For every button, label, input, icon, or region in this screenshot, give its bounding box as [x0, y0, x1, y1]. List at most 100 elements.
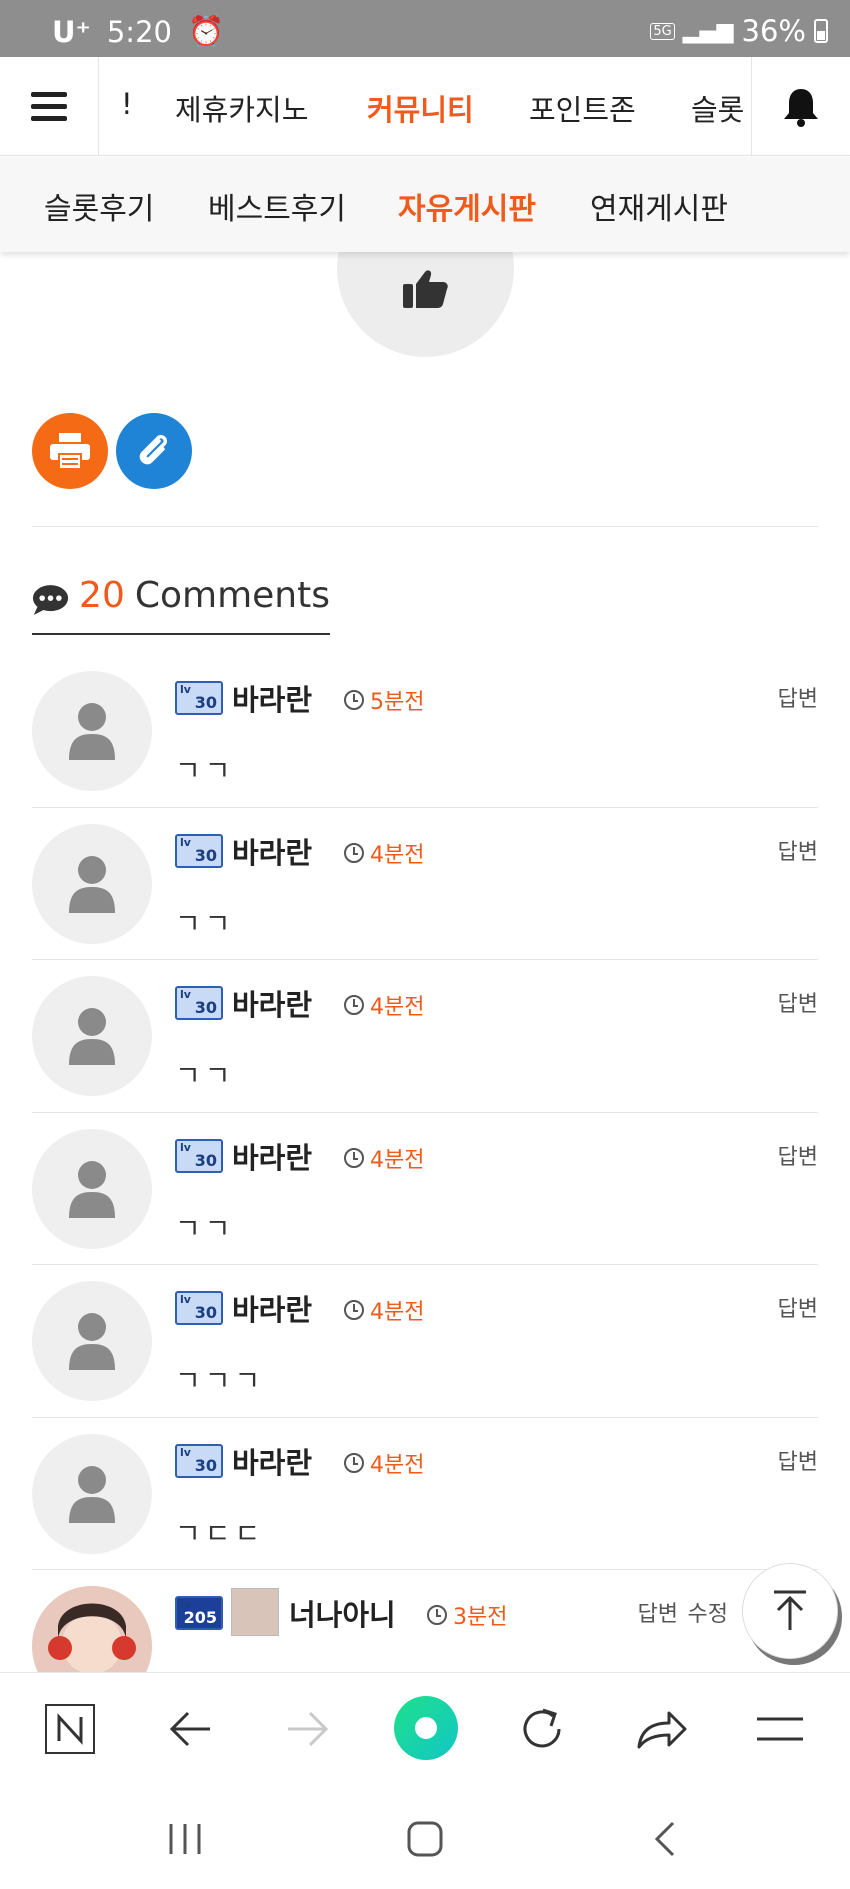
- avatar: [32, 1586, 152, 1672]
- user-icon: [69, 1466, 115, 1523]
- notifications-button[interactable]: [751, 57, 850, 156]
- reply-button[interactable]: 답변: [778, 1291, 818, 1323]
- comment-text: ㄱㄱ: [175, 754, 235, 787]
- menu-icon: [31, 91, 67, 121]
- bell-icon: [784, 88, 818, 127]
- status-left: U⁺ 5:20 ⏰: [52, 14, 224, 49]
- comment-time: 5분전: [344, 684, 424, 716]
- comment-author[interactable]: 바라란: [232, 677, 312, 719]
- comment-time: 4분전: [344, 1294, 424, 1326]
- back-button[interactable]: [162, 1701, 218, 1757]
- comment-author[interactable]: 바라란: [232, 1287, 312, 1329]
- copy-link-button[interactable]: [116, 413, 192, 489]
- comment-time-text: 4분전: [370, 1453, 425, 1478]
- status-bar: U⁺ 5:20 ⏰ 5G ▂▄▆ 36%: [0, 0, 850, 57]
- reply-button[interactable]: 답변: [638, 1596, 678, 1628]
- reply-button[interactable]: 답변: [778, 986, 818, 1018]
- nav-item-slot[interactable]: 슬롯: [691, 87, 744, 129]
- clock-icon: [427, 1605, 447, 1625]
- browser-menu-button[interactable]: [752, 1701, 808, 1757]
- avatar: [32, 1129, 152, 1249]
- alarm-icon: ⏰: [187, 14, 225, 48]
- comment-time: 4분전: [344, 837, 424, 869]
- user-thumbnail-icon: [231, 1588, 279, 1636]
- share-button[interactable]: [634, 1701, 690, 1757]
- level-badge: 30: [175, 834, 223, 868]
- comment-author[interactable]: 바라란: [232, 830, 312, 872]
- home-button[interactable]: [400, 1814, 450, 1864]
- clock-icon: [344, 1300, 364, 1320]
- system-navigation: [0, 1784, 850, 1889]
- comment-item: 30 바라란 4분전 답변 ㄱㄱㄱ: [32, 1265, 818, 1418]
- nav-item-community[interactable]: 커뮤니티: [367, 87, 474, 129]
- level-badge: 30: [175, 1291, 223, 1325]
- clock-icon: [344, 843, 364, 863]
- reply-button[interactable]: 답변: [778, 1444, 818, 1476]
- nav-item-point-zone[interactable]: 포인트존: [529, 87, 636, 129]
- browser-toolbar: [0, 1672, 850, 1784]
- tab-slot-reviews[interactable]: 슬롯후기: [44, 184, 154, 228]
- comments-header: 20 Comments: [32, 575, 330, 635]
- comment-time-text: 4분전: [370, 843, 425, 868]
- recent-apps-button[interactable]: [160, 1814, 210, 1864]
- reply-button[interactable]: 답변: [778, 834, 818, 866]
- carrier-label: U⁺: [52, 14, 91, 49]
- scroll-to-top-button[interactable]: [742, 1563, 838, 1659]
- user-icon: [69, 1161, 115, 1218]
- comment-time: 4분전: [344, 989, 424, 1021]
- comment-time-text: 4분전: [370, 1148, 425, 1173]
- comment-text: ㄱㄷㄷ: [175, 1517, 265, 1550]
- thumbs-up-icon: [402, 269, 448, 308]
- avatar: [32, 1434, 152, 1554]
- comment-author[interactable]: 바라란: [232, 982, 312, 1024]
- edit-button[interactable]: 수정: [688, 1596, 728, 1628]
- level-badge: 30: [175, 1444, 223, 1478]
- level-badge: 30: [175, 681, 223, 715]
- share-icon: [637, 1711, 687, 1749]
- clock-icon: [344, 1453, 364, 1473]
- user-photo-icon: [32, 1586, 152, 1672]
- comment-icon: [32, 585, 69, 615]
- nav-items: ! 제휴카지노 커뮤니티 포인트존 슬롯: [99, 57, 751, 156]
- comment-time-text: 5분전: [370, 690, 425, 715]
- refresh-icon: [523, 1708, 561, 1748]
- browser-home-button[interactable]: [393, 1695, 459, 1761]
- n-icon: [45, 1704, 95, 1754]
- print-button[interactable]: [32, 413, 108, 489]
- comment-author[interactable]: 바라란: [232, 1440, 312, 1482]
- reply-button[interactable]: 답변: [778, 1139, 818, 1171]
- status-right: 5G ▂▄▆ 36%: [650, 14, 828, 48]
- user-icon: [69, 1008, 115, 1065]
- nav-item-partner-casino[interactable]: 제휴카지노: [175, 87, 308, 129]
- signal-icon: ▂▄▆: [682, 18, 734, 44]
- refresh-button[interactable]: [514, 1701, 570, 1757]
- comment-item: 30 바라란 4분전 답변 ㄱㄱ: [32, 960, 818, 1113]
- comment-item: 30 바라란 4분전 답변 ㄱㄱ: [32, 1113, 818, 1265]
- naver-home-button[interactable]: [42, 1701, 98, 1757]
- comment-time-text: 3분전: [453, 1605, 508, 1630]
- comment-item: 205 너나아니 3분전 답변 수정: [32, 1570, 818, 1672]
- comment-time: 3분전: [427, 1599, 507, 1631]
- tab-serial-board[interactable]: 연재게시판: [590, 184, 728, 228]
- comments-label: Comments: [134, 575, 330, 616]
- comment-time-text: 4분전: [370, 995, 425, 1020]
- user-icon: [69, 1313, 115, 1370]
- clock-time: 5:20: [106, 14, 172, 49]
- comment-item: 30 바라란 4분전 답변 ㄱㄱ: [32, 808, 818, 960]
- avatar: [32, 824, 152, 944]
- comment-author[interactable]: 너나아니: [289, 1592, 396, 1634]
- user-icon: [69, 703, 115, 760]
- reply-button[interactable]: 답변: [778, 681, 818, 713]
- menu-button[interactable]: [0, 57, 99, 156]
- home-square-icon: [407, 1821, 443, 1857]
- top-navigation: ! 제휴카지노 커뮤니티 포인트존 슬롯: [0, 57, 850, 156]
- tab-best-reviews[interactable]: 베스트후기: [208, 184, 346, 228]
- forward-button[interactable]: [280, 1701, 336, 1757]
- battery-icon: [814, 19, 828, 43]
- tab-free-board[interactable]: 자유게시판: [398, 184, 536, 228]
- clock-icon: [344, 1148, 364, 1168]
- nav-item-notice[interactable]: !: [121, 87, 133, 121]
- system-back-button[interactable]: [640, 1814, 690, 1864]
- avatar: [32, 976, 152, 1096]
- comment-author[interactable]: 바라란: [232, 1135, 312, 1177]
